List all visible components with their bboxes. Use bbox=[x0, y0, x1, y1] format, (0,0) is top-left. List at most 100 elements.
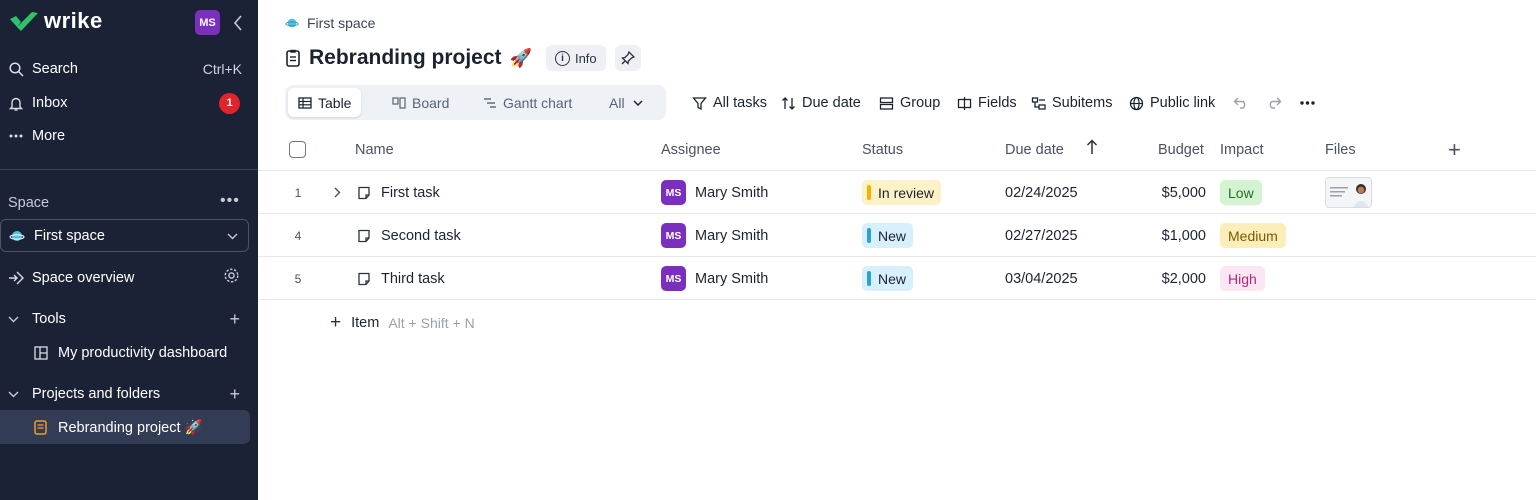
subitems-button[interactable]: Subitems bbox=[1031, 92, 1112, 114]
redo-icon[interactable] bbox=[1264, 92, 1284, 114]
tab-gantt-label: Gantt chart bbox=[503, 94, 573, 111]
table-icon bbox=[298, 96, 312, 109]
productivity-dashboard-item[interactable]: My productivity dashboard bbox=[0, 337, 258, 369]
public-link-button[interactable]: Public link bbox=[1129, 92, 1215, 114]
select-all-checkbox[interactable] bbox=[289, 141, 306, 158]
column-header-assignee[interactable]: Assignee bbox=[661, 142, 721, 158]
assignee-cell[interactable]: MS Mary Smith bbox=[661, 257, 768, 300]
projects-folders-section[interactable]: Projects and folders + bbox=[0, 378, 258, 410]
chevron-left-icon bbox=[233, 14, 242, 31]
status-color-bar bbox=[867, 228, 871, 243]
group-button[interactable]: Group bbox=[879, 92, 940, 114]
pin-button[interactable] bbox=[614, 45, 641, 71]
space-planet-icon bbox=[9, 230, 25, 241]
tools-label: Tools bbox=[32, 311, 66, 327]
status-badge[interactable]: New bbox=[862, 223, 914, 248]
budget-cell[interactable]: $5,000 bbox=[1126, 171, 1206, 214]
impact-badge[interactable]: Medium bbox=[1220, 223, 1286, 248]
table-header: Name Assignee Status Due date Budget Imp… bbox=[258, 129, 1536, 171]
pin-icon bbox=[620, 51, 635, 65]
add-tool-icon[interactable]: + bbox=[229, 309, 240, 330]
sidebar-item-rebranding-project[interactable]: Rebranding project 🚀 bbox=[0, 410, 250, 444]
chevron-down-icon bbox=[633, 97, 643, 109]
undo-icon[interactable] bbox=[1231, 92, 1251, 114]
task-name-cell[interactable]: Second task bbox=[357, 214, 461, 257]
task-icon bbox=[358, 229, 370, 242]
table-row[interactable]: 5 Third task MS Mary Smith New 03/04/202… bbox=[258, 257, 1536, 300]
more-actions-icon[interactable] bbox=[1297, 92, 1317, 114]
add-project-icon[interactable]: + bbox=[229, 384, 240, 405]
tools-section[interactable]: Tools + bbox=[0, 303, 258, 335]
task-icon bbox=[358, 186, 370, 199]
status-label: In review bbox=[878, 184, 935, 201]
filter-icon bbox=[692, 96, 707, 110]
info-button[interactable]: i Info bbox=[545, 45, 606, 71]
fields-label: Fields bbox=[978, 95, 1017, 111]
arrow-into-icon bbox=[9, 271, 24, 285]
impact-badge[interactable]: High bbox=[1220, 266, 1265, 291]
due-date-sort-label: Due date bbox=[802, 95, 861, 111]
more-nav-item[interactable]: More bbox=[0, 121, 258, 151]
tab-board[interactable]: Board bbox=[382, 88, 459, 117]
assignee-cell[interactable]: MS Mary Smith bbox=[661, 214, 768, 257]
tab-table[interactable]: Table bbox=[288, 88, 362, 117]
impact-cell[interactable]: Low bbox=[1220, 171, 1262, 214]
column-header-due-date[interactable]: Due date bbox=[1005, 142, 1064, 158]
gear-icon[interactable] bbox=[223, 267, 240, 289]
column-header-budget[interactable]: Budget bbox=[1158, 142, 1204, 158]
due-date-cell[interactable]: 02/24/2025 bbox=[1005, 171, 1078, 214]
space-overview-item[interactable]: Space overview bbox=[0, 262, 258, 294]
files-cell[interactable] bbox=[1325, 171, 1372, 214]
page-title[interactable]: Rebranding project bbox=[309, 46, 502, 70]
status-cell[interactable]: New bbox=[862, 214, 914, 257]
due-date-cell[interactable]: 02/27/2025 bbox=[1005, 214, 1078, 257]
table-row[interactable]: 4 Second task MS Mary Smith New 02/27/20… bbox=[258, 214, 1536, 257]
impact-cell[interactable]: Medium bbox=[1220, 214, 1286, 257]
add-item-button[interactable]: + Item Alt + Shift + N bbox=[330, 312, 475, 334]
space-more-icon[interactable]: ••• bbox=[220, 192, 240, 210]
due-date-sort-button[interactable]: Due date bbox=[781, 92, 861, 114]
sidebar: wrike MS Search Ctrl+K Inbox 1 More Spac… bbox=[0, 0, 258, 500]
column-header-status[interactable]: Status bbox=[862, 142, 903, 158]
inbox-nav-item[interactable]: Inbox 1 bbox=[0, 88, 258, 118]
space-selector[interactable]: First space bbox=[0, 219, 249, 252]
budget-cell[interactable]: $1,000 bbox=[1126, 214, 1206, 257]
file-preview-image-icon bbox=[1326, 178, 1371, 207]
due-date-cell[interactable]: 03/04/2025 bbox=[1005, 257, 1078, 300]
task-name-cell[interactable]: First task bbox=[357, 171, 440, 214]
status-cell[interactable]: New bbox=[862, 257, 914, 300]
status-badge[interactable]: New bbox=[862, 266, 914, 291]
expand-chevron-icon[interactable] bbox=[334, 171, 341, 214]
assignee-name: Mary Smith bbox=[695, 184, 769, 201]
fields-button[interactable]: Fields bbox=[957, 92, 1017, 114]
status-badge[interactable]: In review bbox=[862, 180, 942, 205]
task-icon bbox=[358, 272, 370, 285]
tab-gantt-chart[interactable]: Gantt chart bbox=[473, 88, 582, 117]
add-column-icon[interactable]: + bbox=[1448, 137, 1461, 163]
column-header-impact[interactable]: Impact bbox=[1220, 142, 1264, 158]
file-thumbnail[interactable] bbox=[1325, 177, 1372, 208]
impact-cell[interactable]: High bbox=[1220, 257, 1265, 300]
status-cell[interactable]: In review bbox=[862, 171, 942, 214]
breadcrumb[interactable]: First space bbox=[285, 15, 375, 31]
view-switcher: Table Board Gantt chart All bbox=[285, 85, 666, 120]
search-icon bbox=[8, 61, 24, 77]
column-header-files[interactable]: Files bbox=[1325, 142, 1356, 158]
search-nav-item[interactable]: Search Ctrl+K bbox=[0, 54, 258, 84]
sort-ascending-icon[interactable] bbox=[1086, 139, 1098, 160]
column-header-name[interactable]: Name bbox=[355, 142, 394, 158]
gantt-icon bbox=[484, 97, 496, 108]
budget-cell[interactable]: $2,000 bbox=[1126, 257, 1206, 300]
assignee-name: Mary Smith bbox=[695, 270, 769, 287]
title-row: Rebranding project 🚀 i Info bbox=[285, 44, 641, 72]
assignee-cell[interactable]: MS Mary Smith bbox=[661, 171, 768, 214]
user-avatar[interactable]: MS bbox=[195, 10, 220, 35]
task-name-cell[interactable]: Third task bbox=[357, 257, 445, 300]
breadcrumb-space[interactable]: First space bbox=[307, 15, 375, 31]
plus-icon: + bbox=[330, 312, 342, 333]
tab-all-views-dropdown[interactable]: All bbox=[599, 88, 653, 117]
collapse-sidebar-button[interactable] bbox=[228, 10, 248, 35]
impact-badge[interactable]: Low bbox=[1220, 180, 1262, 205]
table-row[interactable]: 1 First task MS Mary Smith In review 02/… bbox=[258, 171, 1536, 214]
all-tasks-filter-button[interactable]: All tasks bbox=[692, 92, 767, 114]
